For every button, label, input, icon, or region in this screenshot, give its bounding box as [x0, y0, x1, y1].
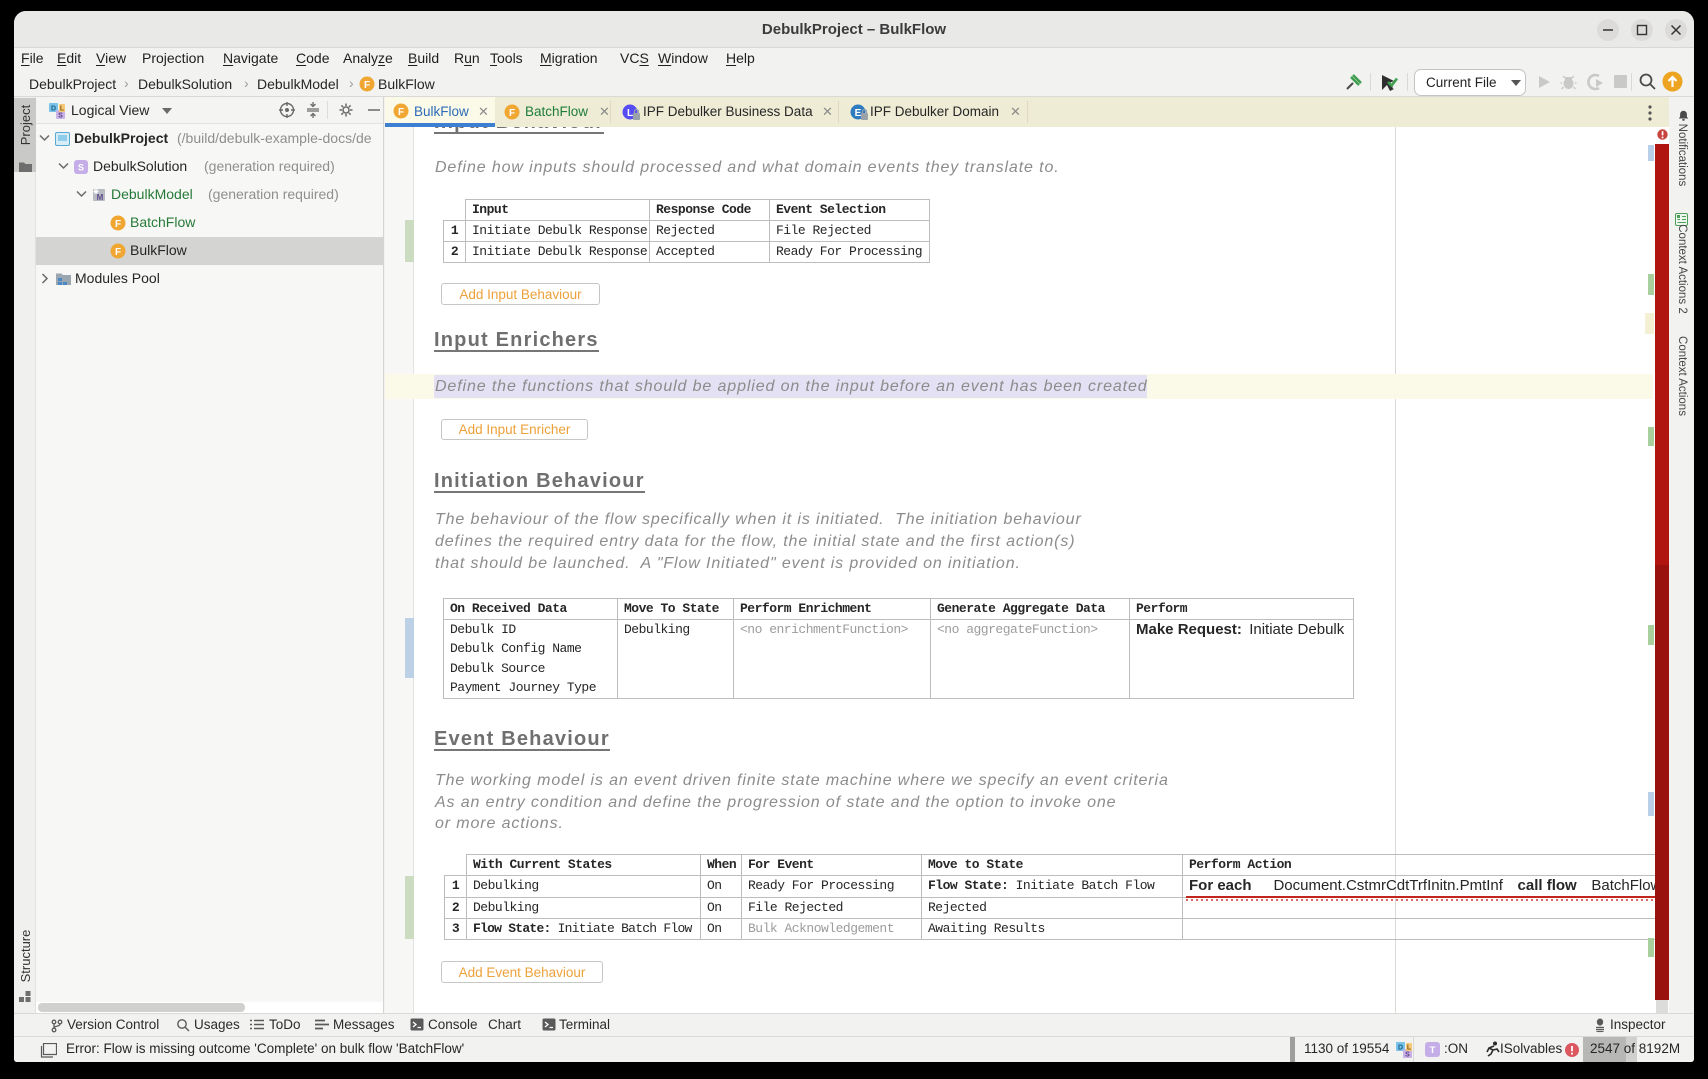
svg-text:F: F — [115, 219, 121, 230]
svg-text:L: L — [627, 108, 633, 119]
svg-text:F: F — [509, 108, 515, 119]
svg-text:E: E — [855, 108, 862, 119]
svg-text:M: M — [97, 193, 104, 202]
svg-text:F: F — [115, 247, 121, 258]
svg-text:T: T — [1430, 1045, 1436, 1056]
svg-text:L: L — [60, 106, 65, 113]
svg-text:F: F — [398, 107, 404, 118]
svg-text:S: S — [1405, 1052, 1410, 1059]
svg-text:S: S — [58, 113, 63, 120]
svg-text:F: F — [364, 80, 370, 91]
svg-text:D: D — [51, 106, 56, 113]
svg-text:S: S — [78, 163, 84, 173]
svg-text:L: L — [1407, 1045, 1412, 1052]
svg-text:D: D — [1398, 1045, 1403, 1052]
